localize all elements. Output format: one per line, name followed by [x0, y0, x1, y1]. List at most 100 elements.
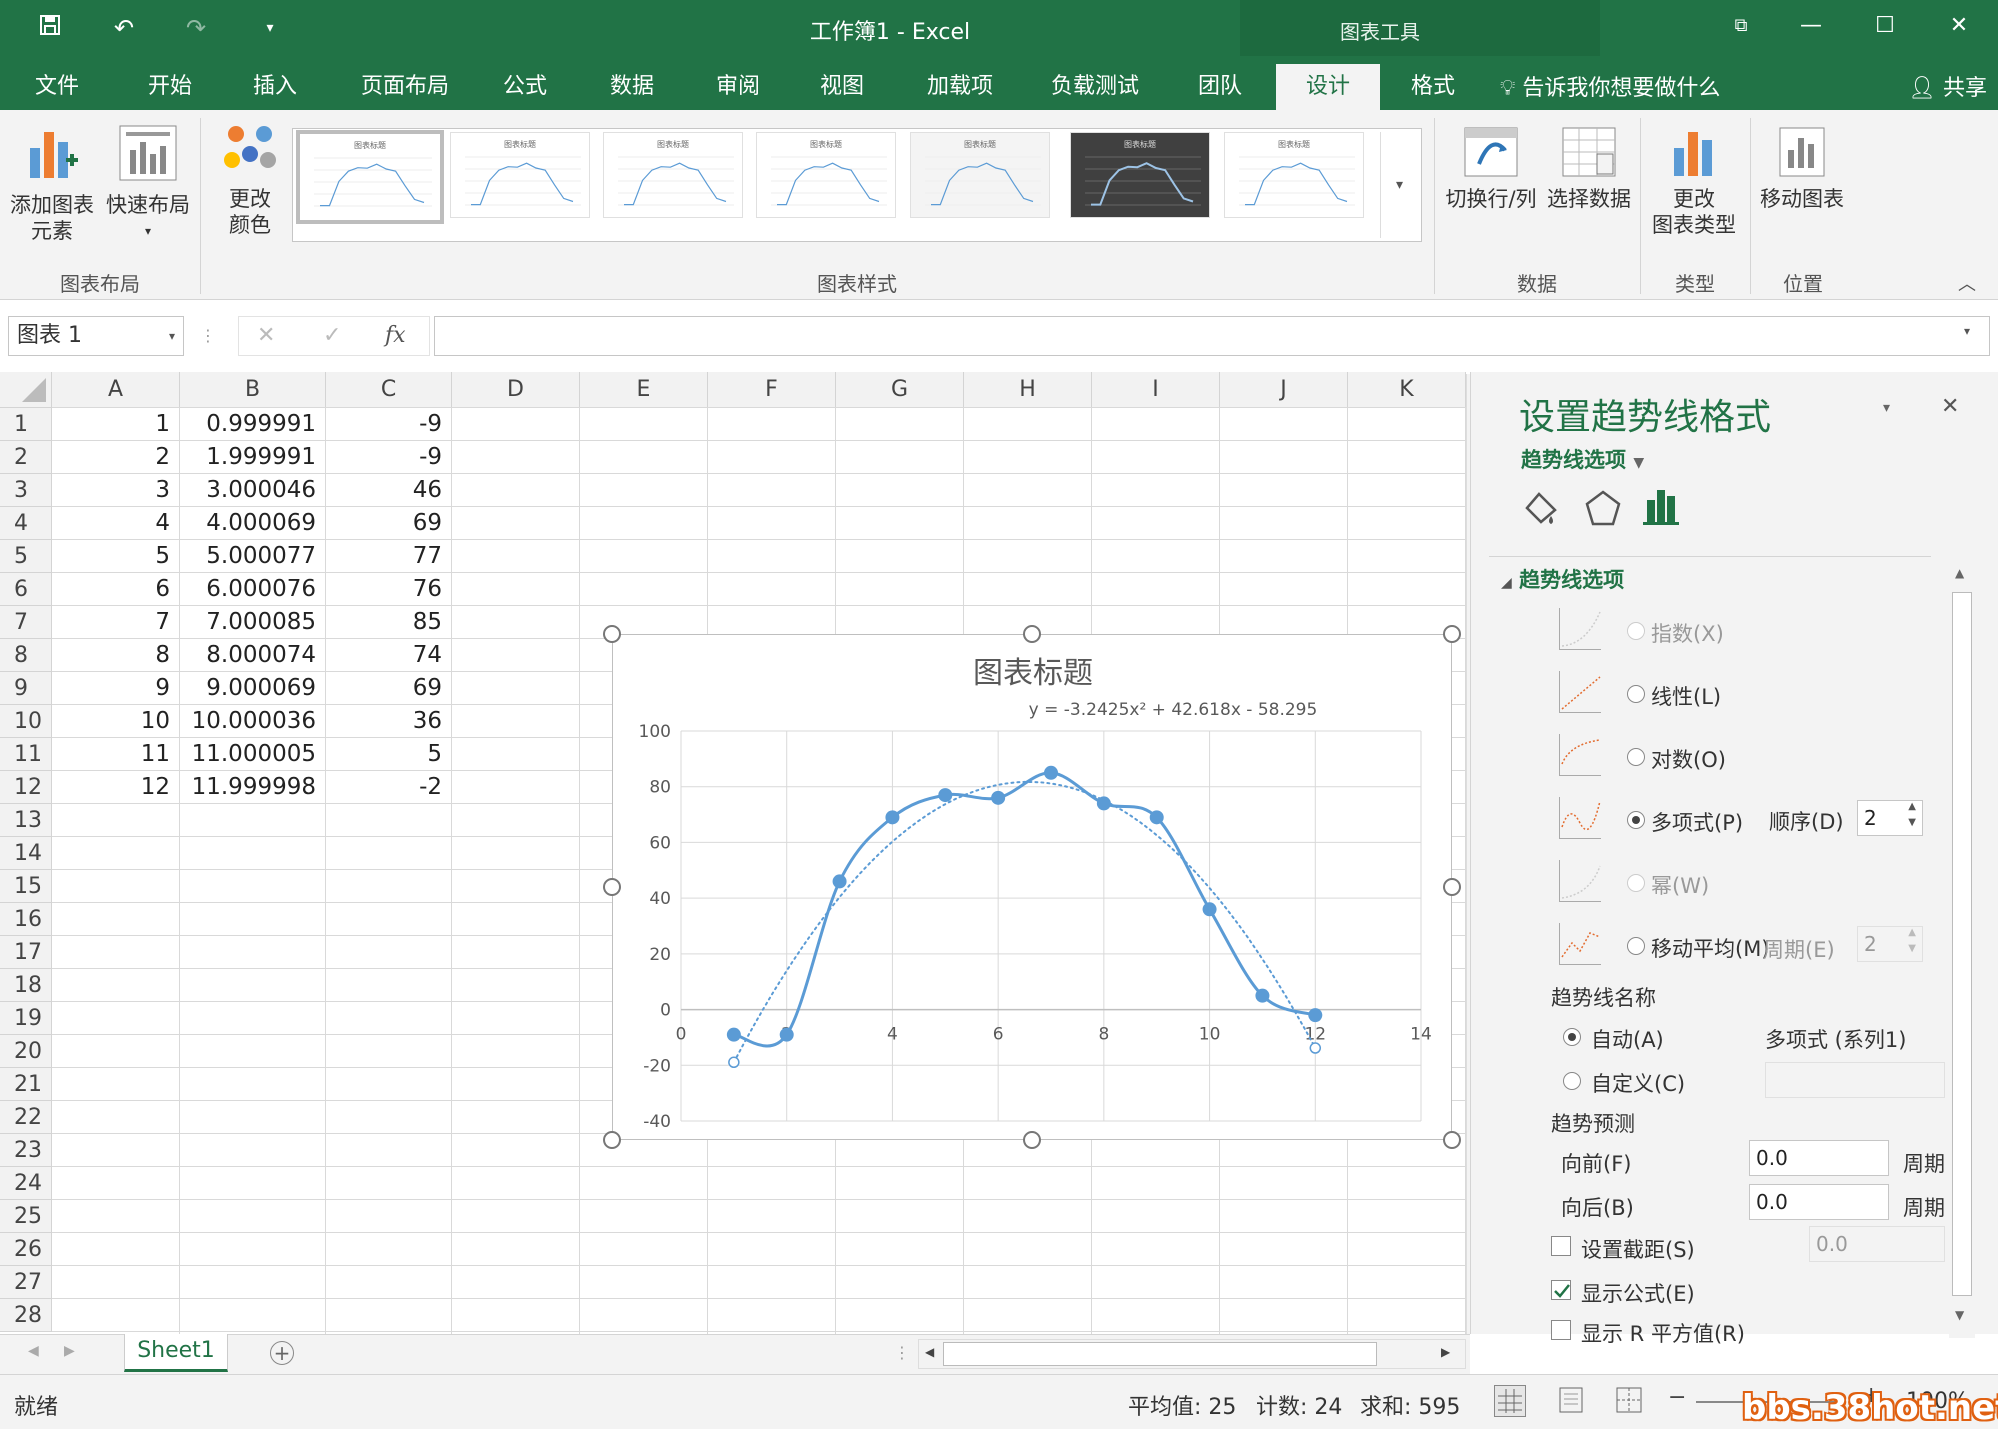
quick-layout-button[interactable]: 快速布局 ▾: [104, 120, 192, 260]
scroll-sheets-left-icon[interactable]: ◀: [28, 1343, 39, 1359]
horizontal-scrollbar[interactable]: ◀ ▶: [918, 1339, 1466, 1369]
change-chart-type-button[interactable]: 更改 图表类型: [1646, 124, 1742, 264]
insert-function-icon[interactable]: fx: [385, 323, 406, 348]
cell-b4[interactable]: 4.000069: [180, 507, 326, 540]
tab-file[interactable]: 文件: [22, 64, 92, 110]
custom-name-input[interactable]: [1765, 1062, 1945, 1098]
cell-c11[interactable]: 5: [326, 738, 452, 771]
scroll-left-icon[interactable]: ◀: [925, 1345, 934, 1359]
cell-a3[interactable]: 3: [52, 474, 180, 507]
undo-icon[interactable]: ↶: [104, 12, 144, 44]
name-box[interactable]: 图表 1 ▾: [8, 316, 184, 356]
cell-c12[interactable]: -2: [326, 771, 452, 804]
tab-page-layout[interactable]: 页面布局: [350, 64, 460, 110]
cell-c8[interactable]: 74: [326, 639, 452, 672]
tab-data[interactable]: 数据: [597, 64, 667, 110]
cell-b11[interactable]: 11.000005: [180, 738, 326, 771]
section-header[interactable]: ◢ 趋势线选项: [1501, 564, 1624, 594]
cell-b3[interactable]: 3.000046: [180, 474, 326, 507]
forward-input[interactable]: 0.0: [1749, 1140, 1889, 1176]
period-spinner[interactable]: 2 ▲ ▼: [1857, 926, 1923, 962]
gallery-more-icon[interactable]: ▾: [1380, 132, 1418, 238]
effects-icon[interactable]: [1583, 488, 1623, 532]
cell-a11[interactable]: 11: [52, 738, 180, 771]
intercept-input[interactable]: 0.0: [1809, 1226, 1945, 1262]
new-sheet-icon[interactable]: +: [270, 1341, 294, 1365]
cell-c7[interactable]: 85: [326, 606, 452, 639]
switch-row-column-button[interactable]: 切换行/列: [1440, 124, 1542, 234]
trendline-options-menu[interactable]: 趋势线选项 ▼: [1521, 444, 1644, 474]
backward-input[interactable]: 0.0: [1749, 1184, 1889, 1220]
cancel-icon[interactable]: ✕: [257, 323, 275, 348]
cell-a2[interactable]: 2: [52, 441, 180, 474]
add-chart-element-button[interactable]: 添加图表 元素: [6, 120, 98, 260]
auto-name-radio[interactable]: [1563, 1028, 1581, 1046]
cell-a12[interactable]: 12: [52, 771, 180, 804]
cell-c10[interactable]: 36: [326, 705, 452, 738]
select-data-button[interactable]: 选择数据: [1542, 124, 1636, 234]
scroll-thumb[interactable]: [943, 1342, 1377, 1366]
formula-input[interactable]: [434, 316, 1990, 356]
cell-a9[interactable]: 9: [52, 672, 180, 705]
tab-format[interactable]: 格式: [1398, 64, 1468, 110]
tab-design[interactable]: 设计: [1276, 64, 1380, 110]
cell-c5[interactable]: 77: [326, 540, 452, 573]
cell-b1[interactable]: 0.999991: [180, 408, 326, 441]
show-r2-checkbox[interactable]: [1551, 1320, 1571, 1340]
cell-c4[interactable]: 69: [326, 507, 452, 540]
scroll-right-icon[interactable]: ▶: [1441, 1345, 1450, 1359]
scroll-thumb[interactable]: [1952, 592, 1972, 1296]
maximize-icon[interactable]: ☐: [1860, 8, 1910, 44]
cell-b5[interactable]: 5.000077: [180, 540, 326, 573]
cell-b10[interactable]: 10.000036: [180, 705, 326, 738]
resize-handle[interactable]: [1023, 625, 1041, 643]
tab-home[interactable]: 开始: [135, 64, 205, 110]
tab-addins[interactable]: 加载项: [915, 64, 1005, 110]
sheet-tab[interactable]: Sheet1: [124, 1334, 228, 1372]
cell-a6[interactable]: 6: [52, 573, 180, 606]
resize-handle[interactable]: [1443, 1131, 1461, 1149]
move-chart-button[interactable]: 移动图表: [1756, 124, 1848, 234]
customize-quick-access-icon[interactable]: ▾: [250, 12, 290, 44]
chart-style-thumb[interactable]: 图表标题: [450, 132, 590, 218]
pane-close-icon[interactable]: ✕: [1941, 394, 1959, 419]
tab-insert[interactable]: 插入: [240, 64, 310, 110]
save-icon[interactable]: [30, 12, 70, 44]
page-layout-view-icon[interactable]: [1556, 1385, 1588, 1417]
close-icon[interactable]: ✕: [1934, 8, 1984, 44]
chart-object[interactable]: 图表标题 y = -3.2425x² + 42.618x - 58.295 100 8…: [612, 634, 1452, 1140]
share-button[interactable]: 👤︎ 共享: [1908, 70, 1987, 102]
resize-handle[interactable]: [1023, 1131, 1041, 1149]
moving-average-radio[interactable]: [1627, 937, 1645, 955]
cell-c2[interactable]: -9: [326, 441, 452, 474]
cell-b9[interactable]: 9.000069: [180, 672, 326, 705]
exponential-radio[interactable]: [1627, 622, 1645, 640]
cell-a5[interactable]: 5: [52, 540, 180, 573]
cell-c6[interactable]: 76: [326, 573, 452, 606]
polynomial-radio[interactable]: [1627, 811, 1645, 829]
tab-formulas[interactable]: 公式: [490, 64, 560, 110]
show-equation-checkbox[interactable]: [1551, 1280, 1571, 1300]
tab-view[interactable]: 视图: [807, 64, 877, 110]
change-color-button[interactable]: 更改 颜色: [208, 120, 292, 260]
pane-scrollbar[interactable]: ▲ ▼: [1949, 562, 1975, 1338]
tell-me-box[interactable]: 💡︎ 告诉我你想要做什么: [1500, 70, 1720, 102]
resize-handle[interactable]: [603, 878, 621, 896]
cell-c9[interactable]: 69: [326, 672, 452, 705]
ribbon-display-icon[interactable]: ⧉: [1716, 8, 1766, 44]
redo-icon[interactable]: ↷: [176, 12, 216, 44]
cell-a7[interactable]: 7: [52, 606, 180, 639]
resize-handle[interactable]: [1443, 878, 1461, 896]
chart-style-thumb[interactable]: 图表标题: [296, 130, 444, 224]
enter-icon[interactable]: ✓: [323, 323, 341, 348]
cell-b12[interactable]: 11.999998: [180, 771, 326, 804]
resize-handle[interactable]: [603, 1131, 621, 1149]
normal-view-icon[interactable]: [1494, 1385, 1526, 1417]
cell-b6[interactable]: 6.000076: [180, 573, 326, 606]
collapse-ribbon-icon[interactable]: ︿: [1958, 270, 1976, 296]
chart-style-thumb[interactable]: 图表标题: [756, 132, 896, 218]
cell-a8[interactable]: 8: [52, 639, 180, 672]
logarithmic-radio[interactable]: [1627, 748, 1645, 766]
scroll-up-icon[interactable]: ▲: [1955, 566, 1964, 580]
cell-b8[interactable]: 8.000074: [180, 639, 326, 672]
